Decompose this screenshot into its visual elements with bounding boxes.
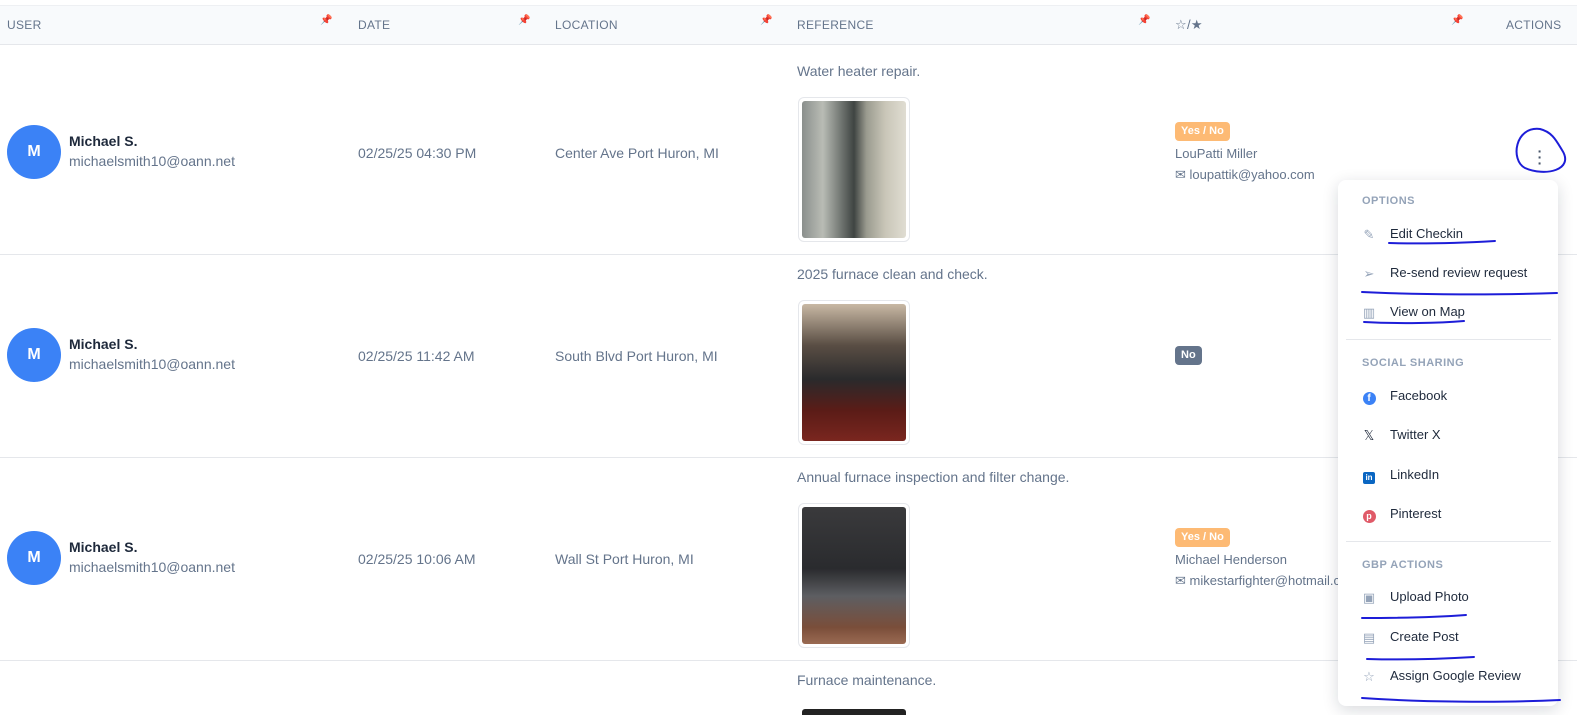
column-rating[interactable]: ☆/★ <box>1175 6 1203 44</box>
reviewer-email: ✉ loupattik@yahoo.com <box>1175 167 1315 182</box>
reviewer-name: Michael Henderson <box>1175 552 1288 567</box>
furnace-photo <box>802 507 906 644</box>
menu-item-resend-review-request[interactable]: ➢ Re-send review request <box>1338 259 1558 289</box>
actions-dropdown-menu: OPTIONS ✎ Edit Checkin ➢ Re-send review … <box>1338 180 1558 706</box>
photo-thumbnail[interactable] <box>802 709 906 715</box>
column-actions: ACTIONS <box>1506 18 1562 32</box>
user-email: michaelsmith10@oann.net <box>69 153 235 169</box>
user-name: Michael S. <box>69 539 138 555</box>
rating-badge: No <box>1175 346 1202 365</box>
column-date[interactable]: DATE <box>358 6 390 44</box>
reviewer-email: ✉ mikestarfighter@hotmail.c <box>1175 573 1340 588</box>
column-location[interactable]: LOCATION <box>555 6 618 44</box>
reviewer-name: LouPatti Miller <box>1175 146 1258 161</box>
water-heater-photo <box>802 101 906 238</box>
pin-icon[interactable]: 📌 <box>760 15 772 26</box>
menu-item-linkedin[interactable]: in LinkedIn <box>1338 461 1558 491</box>
mail-icon: ✉ <box>1175 167 1186 182</box>
send-icon: ➢ <box>1363 266 1375 281</box>
menu-item-pinterest[interactable]: p Pinterest <box>1338 500 1558 530</box>
post-icon: ▤ <box>1362 630 1376 645</box>
checkin-location[interactable]: Center Ave Port Huron, MI <box>555 145 719 161</box>
menu-item-create-post[interactable]: ▤ Create Post <box>1338 623 1558 653</box>
user-name: Michael S. <box>69 336 138 352</box>
avatar: M <box>7 328 61 382</box>
checkin-location[interactable]: Wall St Port Huron, MI <box>555 551 694 567</box>
menu-item-facebook[interactable]: f Facebook <box>1338 382 1558 412</box>
pin-icon[interactable]: 📌 <box>320 15 332 26</box>
photo-thumbnail[interactable] <box>798 503 910 648</box>
photo-thumbnail[interactable] <box>798 97 910 242</box>
checkin-date: 02/25/25 10:06 AM <box>358 551 476 567</box>
avatar: M <box>7 531 61 585</box>
menu-item-view-on-map[interactable]: ▥ View on Map <box>1338 298 1558 328</box>
more-vertical-icon[interactable]: · · · <box>1530 144 1550 170</box>
star-icon: ☆ <box>1363 669 1375 684</box>
menu-section-gbp: GBP ACTIONS <box>1362 559 1444 571</box>
facebook-icon: f <box>1361 389 1377 405</box>
menu-section-social: SOCIAL SHARING <box>1362 357 1465 369</box>
column-user[interactable]: USER <box>7 6 42 44</box>
checkin-location[interactable]: South Blvd Port Huron, MI <box>555 348 718 364</box>
linkedin-icon: in <box>1361 468 1377 484</box>
column-reference[interactable]: REFERENCE <box>797 6 874 44</box>
menu-item-upload-photo[interactable]: ▣ Upload Photo <box>1338 583 1558 613</box>
rating-badge: Yes / No <box>1175 122 1230 141</box>
mail-icon: ✉ <box>1175 573 1186 588</box>
menu-section-options: OPTIONS <box>1362 195 1416 207</box>
reference-text: 2025 furnace clean and check. <box>797 266 988 282</box>
photo-thumbnail[interactable] <box>798 300 910 445</box>
checkin-date: 02/25/25 04:30 PM <box>358 145 477 161</box>
image-icon: ▣ <box>1362 590 1376 605</box>
menu-item-edit-checkin[interactable]: ✎ Edit Checkin <box>1338 220 1558 250</box>
checkin-date: 02/25/25 11:42 AM <box>358 348 475 364</box>
edit-icon: ✎ <box>1363 227 1375 242</box>
menu-divider <box>1346 541 1551 542</box>
table-header: USER 📌 DATE 📌 LOCATION 📌 REFERENCE 📌 ☆/★… <box>0 5 1577 45</box>
reference-text: Furnace maintenance. <box>797 672 937 688</box>
user-email: michaelsmith10@oann.net <box>69 356 235 372</box>
reference-text: Annual furnace inspection and filter cha… <box>797 469 1070 485</box>
rating-badge: Yes / No <box>1175 528 1230 547</box>
pin-icon[interactable]: 📌 <box>518 15 530 26</box>
menu-divider <box>1346 339 1551 340</box>
pin-icon[interactable]: 📌 <box>1138 15 1150 26</box>
menu-item-assign-google-review[interactable]: ☆ Assign Google Review <box>1338 662 1558 692</box>
pin-icon[interactable]: 📌 <box>1451 15 1463 26</box>
user-email: michaelsmith10@oann.net <box>69 559 235 575</box>
avatar: M <box>7 125 61 179</box>
menu-item-twitter-x[interactable]: 𝕏 Twitter X <box>1338 421 1558 451</box>
reference-text: Water heater repair. <box>797 63 921 79</box>
x-icon: 𝕏 <box>1363 428 1375 443</box>
user-name: Michael S. <box>69 133 138 149</box>
map-icon: ▥ <box>1362 305 1376 320</box>
furnace-photo <box>802 304 906 441</box>
pinterest-icon: p <box>1361 507 1377 523</box>
